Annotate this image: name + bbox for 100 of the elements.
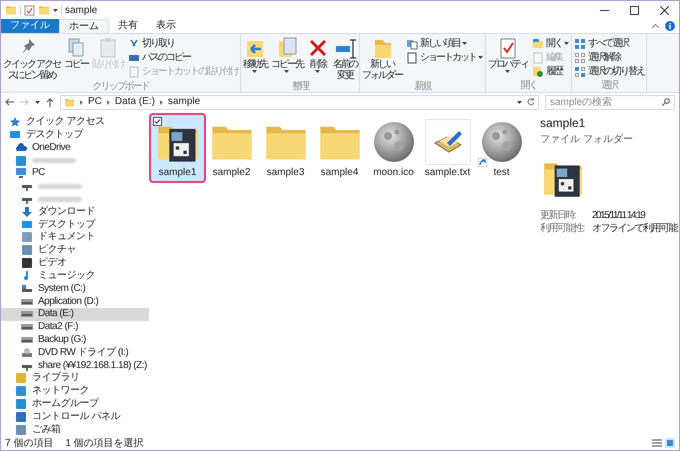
- moon-icon: [480, 121, 522, 163]
- ribbon-button[interactable]: 選択解除: [572, 51, 645, 64]
- blurred-label: [38, 196, 82, 202]
- ribbon-icon: [574, 66, 586, 78]
- caret-icon: [478, 56, 483, 59]
- ribbon-icon: [334, 37, 356, 59]
- ribbon-icon: [406, 38, 418, 50]
- refresh-icon[interactable]: [527, 98, 535, 106]
- up-icon[interactable]: [46, 98, 54, 106]
- nav-item[interactable]: Data2 (F:): [1, 321, 149, 334]
- ribbon-button[interactable]: 新しい フォルダー: [360, 37, 403, 81]
- ribbon-icon: [532, 52, 544, 64]
- ribbon-button[interactable]: プロパティ: [486, 37, 529, 80]
- ribbon-tab[interactable]: 共有: [109, 19, 147, 33]
- ribbon-button[interactable]: コピー先: [270, 37, 304, 81]
- nav-item[interactable]: コントロール パネル: [1, 410, 149, 423]
- group-label: 新規: [414, 81, 430, 93]
- cloud-icon: [15, 142, 27, 154]
- file-item[interactable]: sample3: [259, 115, 312, 181]
- ribbon-button[interactable]: 開く: [530, 37, 570, 50]
- search-icon: [662, 98, 670, 106]
- details-type: ファイル フォルダー: [540, 133, 634, 147]
- ribbon-icon: [532, 38, 544, 50]
- nav-item[interactable]: ビデオ: [1, 256, 149, 270]
- file-item[interactable]: sample1: [151, 115, 204, 181]
- chevron-icon: [106, 100, 110, 104]
- desktop-icon: [21, 218, 33, 231]
- back-icon[interactable]: [5, 98, 14, 106]
- collapse-ribbon-icon[interactable]: [652, 24, 659, 28]
- ribbon-button[interactable]: パスのコピー: [126, 51, 239, 64]
- file-item[interactable]: sample2: [205, 115, 258, 181]
- breadcrumb[interactable]: Data (E:): [114, 97, 155, 107]
- property-label: 利用可能性:: [540, 222, 586, 235]
- ribbon-button[interactable]: 履歴: [530, 65, 570, 78]
- folder-icon: [5, 4, 17, 16]
- nav-item[interactable]: DVD RW ドライブ (I:): [1, 346, 149, 359]
- ribbon-icon: [532, 66, 544, 78]
- ribbon-button[interactable]: 切り取り: [126, 37, 239, 50]
- property-value: 2015/11/11 14:19: [592, 209, 644, 222]
- nav-item[interactable]: ホームグループ: [1, 398, 149, 410]
- nav-item[interactable]: ネットワーク: [1, 385, 149, 398]
- details-name: sample1: [540, 115, 586, 132]
- nav-item[interactable]: ピクチャ: [1, 244, 149, 256]
- close-icon: [660, 6, 668, 14]
- group-label: クリップボード: [92, 81, 148, 93]
- history-dropdown-icon: [517, 100, 522, 104]
- search-field[interactable]: sampleの検索: [545, 94, 675, 110]
- nav-item[interactable]: System (C:): [1, 282, 149, 295]
- checkbox[interactable]: [153, 117, 162, 126]
- ribbon-button[interactable]: 削除: [306, 37, 330, 81]
- ribbon-button[interactable]: ショートカット: [404, 51, 484, 64]
- ribbon-tab[interactable]: ホーム: [59, 19, 109, 33]
- nav-item[interactable]: share (¥¥192.168.1.18) (Z:): [1, 359, 149, 372]
- ribbon-tab[interactable]: ファイル: [1, 19, 59, 33]
- file-item[interactable]: sample.txt: [421, 115, 474, 181]
- nav-item[interactable]: ドキュメント: [1, 231, 149, 244]
- group-label: 開く: [520, 80, 536, 92]
- nav-item[interactable]: ライブラリ: [1, 372, 149, 385]
- file-item[interactable]: sample4: [313, 115, 366, 181]
- ribbon-button[interactable]: 新しい項目: [404, 37, 484, 50]
- dvd-icon: [21, 346, 33, 359]
- window-title: sample: [65, 4, 98, 18]
- caret-icon: [315, 70, 320, 73]
- ribbon-button[interactable]: 移動先: [242, 37, 268, 81]
- new-folder-icon: [38, 4, 50, 16]
- ribbon-tab[interactable]: 表示: [147, 19, 185, 33]
- nav-item[interactable]: ミュージック: [1, 270, 149, 282]
- ribbon-button[interactable]: 選択の切り替え: [572, 65, 645, 78]
- help-icon[interactable]: [665, 21, 675, 31]
- breadcrumb[interactable]: sample: [168, 97, 200, 107]
- properties-icon[interactable]: [24, 4, 35, 16]
- property-value: オフラインで利用可能: [592, 222, 677, 235]
- chevron-icon: [160, 100, 163, 104]
- nav-item[interactable]: OneDrive: [1, 142, 149, 154]
- ribbon-button[interactable]: クイック アクセ スにピン留め: [2, 37, 61, 81]
- recent-locations-icon: [35, 100, 40, 104]
- address-bar[interactable]: PC Data (E:) sample: [60, 94, 539, 110]
- caret-icon: [252, 70, 258, 73]
- nav-item[interactable]: デスクトップ: [1, 218, 149, 231]
- desktop-icon: [9, 128, 21, 141]
- ribbon-button[interactable]: すべて選択: [572, 37, 645, 50]
- caret-icon: [505, 70, 510, 73]
- notepad-pen-icon: [432, 129, 462, 155]
- nav-item[interactable]: PC: [1, 167, 149, 180]
- nav-item[interactable]: Backup (G:): [1, 334, 149, 346]
- nav-item[interactable]: Data (E:): [1, 308, 149, 320]
- nav-item[interactable]: Application (D:): [1, 295, 149, 308]
- nav-item[interactable]: デスクトップ: [1, 128, 149, 142]
- details-view-icon[interactable]: [652, 438, 662, 448]
- breadcrumb[interactable]: PC: [88, 97, 102, 107]
- nav-item[interactable]: ごみ箱: [1, 424, 149, 436]
- nav-item[interactable]: クイック アクセス: [1, 116, 149, 128]
- ribbon-button[interactable]: 名前の 変更: [332, 37, 358, 81]
- file-item[interactable]: test: [475, 115, 528, 181]
- ribbon-button[interactable]: コピー: [62, 37, 89, 81]
- pc-icon: [15, 167, 27, 180]
- file-item[interactable]: moon.ico: [367, 115, 420, 181]
- nav-item[interactable]: ダウンロード: [1, 206, 149, 218]
- status-text: 7 個の項目: [5, 436, 54, 450]
- ribbon-icon: [406, 52, 418, 64]
